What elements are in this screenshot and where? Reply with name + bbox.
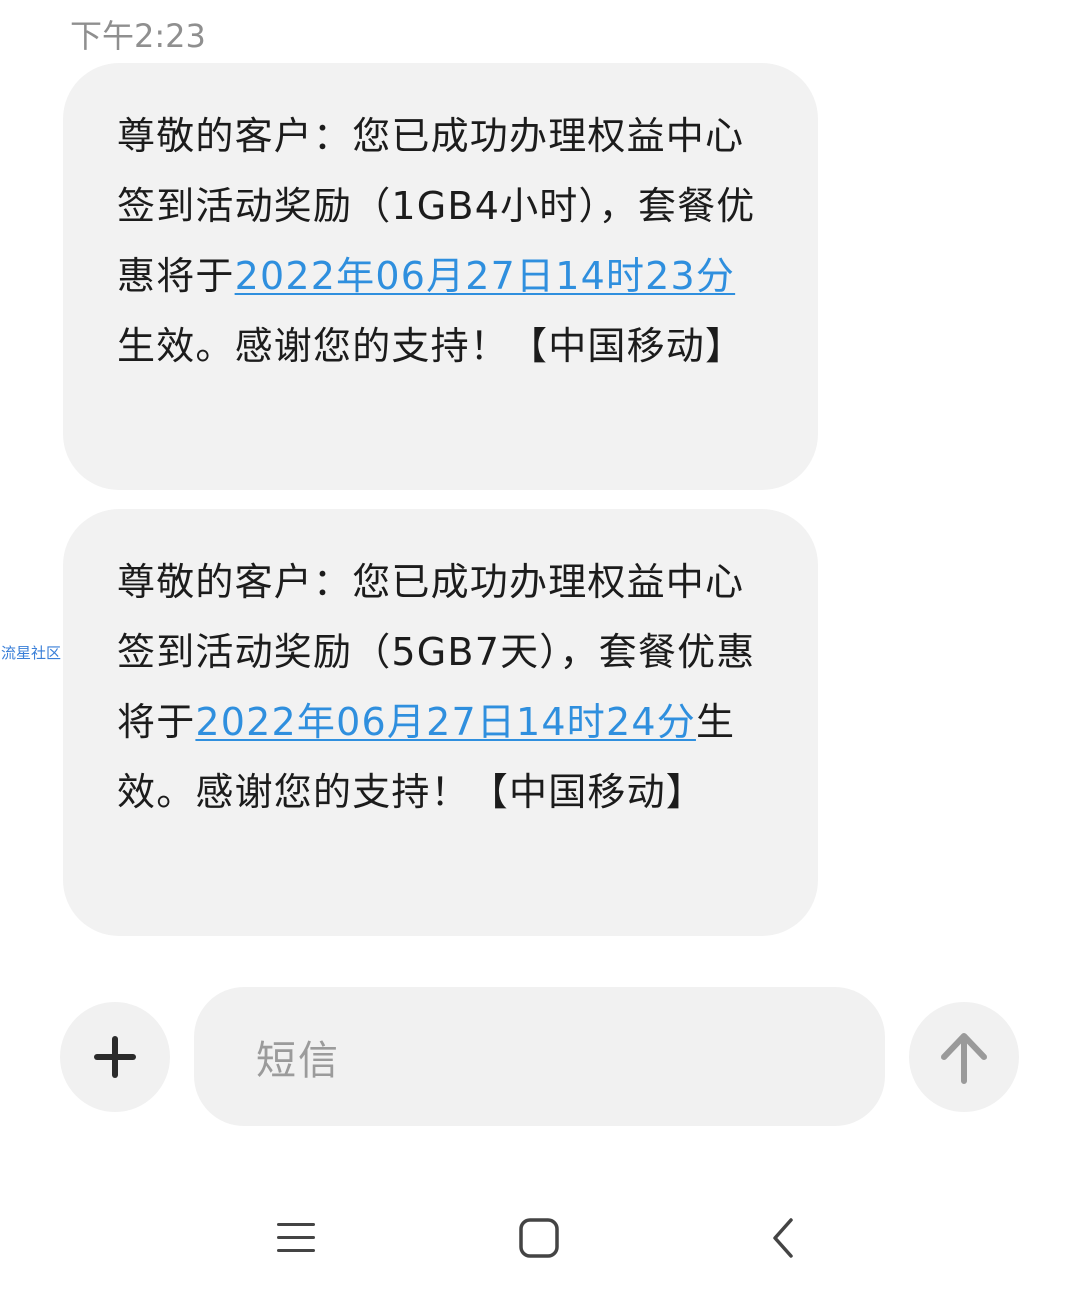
plus-icon xyxy=(94,1036,136,1078)
date-link[interactable]: 2022年06月27日14时24分 xyxy=(195,700,696,744)
home-square-icon xyxy=(519,1218,559,1258)
nav-home-button[interactable] xyxy=(499,1198,579,1278)
nav-back-button[interactable] xyxy=(743,1198,823,1278)
nav-menu-button[interactable] xyxy=(256,1198,336,1278)
message-text: 尊敬的客户：您已成功办理权益中心签到活动奖励（5GB7天），套餐优惠将于2022… xyxy=(117,547,770,827)
message-timestamp: 下午2:23 xyxy=(70,17,206,55)
watermark-text: 流星社区 xyxy=(1,644,62,662)
date-link[interactable]: 2022年06月27日14时23分 xyxy=(235,254,736,298)
menu-lines-icon xyxy=(277,1223,315,1252)
message-input[interactable]: 短信 xyxy=(194,987,885,1126)
back-chevron-icon xyxy=(773,1218,793,1258)
message-input-placeholder: 短信 xyxy=(256,1037,340,1084)
send-button[interactable] xyxy=(909,1002,1019,1112)
message-bubble[interactable]: 尊敬的客户：您已成功办理权益中心签到活动奖励（1GB4小时），套餐优惠将于202… xyxy=(63,63,818,490)
add-attachment-button[interactable] xyxy=(60,1002,170,1112)
message-text-suffix: 生效。感谢您的支持！【中国移动】 xyxy=(117,324,745,368)
message-text: 尊敬的客户：您已成功办理权益中心签到活动奖励（1GB4小时），套餐优惠将于202… xyxy=(117,101,770,381)
arrow-up-icon xyxy=(941,1033,987,1084)
message-bubble[interactable]: 尊敬的客户：您已成功办理权益中心签到活动奖励（5GB7天），套餐优惠将于2022… xyxy=(63,509,818,936)
